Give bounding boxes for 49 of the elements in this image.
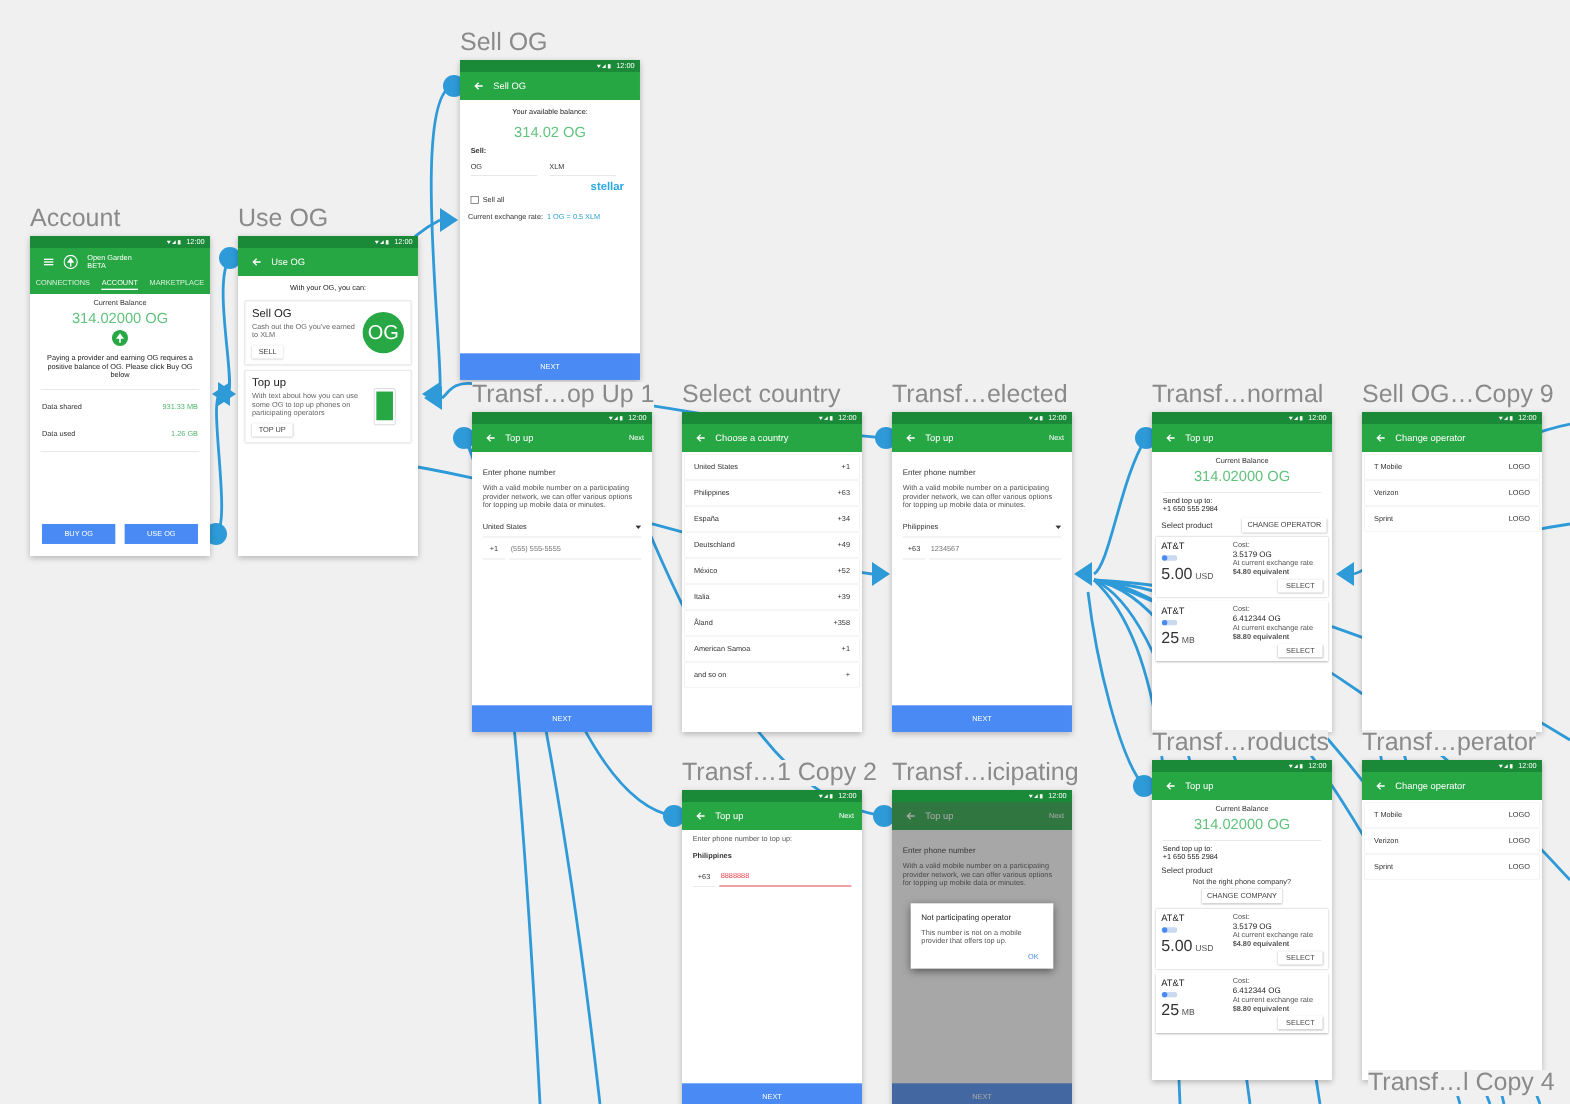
back-arrow-icon[interactable] (1165, 432, 1176, 444)
back-arrow-icon[interactable] (905, 810, 916, 822)
toggle-icon (1161, 619, 1178, 626)
back-arrow-icon[interactable] (485, 432, 496, 444)
status-bar-icon (1028, 793, 1045, 799)
status-bar-icon (818, 415, 835, 421)
artboard-title: Transf…l Copy 4 (1368, 1070, 1555, 1096)
back-arrow-icon[interactable] (251, 256, 262, 268)
phone-icon (373, 387, 396, 426)
status-bar-icon (374, 239, 391, 245)
artboard-title: Transf…icipating (892, 760, 1079, 786)
artboard-title: Use OG (238, 206, 329, 232)
menu-icon[interactable] (43, 256, 54, 268)
status-bar-icon (1288, 763, 1305, 769)
artboard-title: Sell OG…Copy 9 (1362, 382, 1554, 408)
status-bar-icon (596, 63, 613, 69)
status-bar-icon (1498, 415, 1515, 421)
toggle-icon (1161, 554, 1178, 562)
artboard-title: Sell OG (460, 30, 548, 56)
product-price: 25 (1161, 629, 1180, 648)
back-arrow-icon[interactable] (695, 810, 706, 822)
artboard-title: Transf…roducts (1152, 730, 1329, 756)
artboard-title: Select country (682, 382, 841, 408)
artboard-title: Transf…1 Copy 2 (682, 760, 877, 786)
artboard-title: Transf…normal (1152, 382, 1324, 408)
status-bar-icon (608, 415, 625, 421)
caret-icon (635, 525, 642, 530)
toggle-icon (1161, 926, 1178, 934)
artboard-title: Transf…op Up 1 (472, 382, 655, 408)
back-arrow-icon[interactable] (473, 80, 484, 92)
product-price: 5.00 (1161, 936, 1193, 956)
status-bar-icon (1028, 415, 1045, 421)
status-bar-icon (818, 793, 835, 799)
back-arrow-icon[interactable] (905, 432, 916, 444)
artboard-title: Transf…perator (1362, 730, 1537, 756)
back-arrow-icon[interactable] (1375, 780, 1386, 792)
status-bar-icon (1498, 763, 1515, 769)
back-arrow-icon[interactable] (695, 432, 706, 444)
back-arrow-icon[interactable] (1165, 780, 1176, 792)
status-bar-icon (166, 239, 183, 245)
og-coin: OG (362, 312, 404, 354)
toggle-icon (1161, 991, 1178, 998)
product-price: 25 (1161, 1001, 1180, 1020)
caret-icon (1055, 525, 1062, 530)
status-bar-icon (1288, 415, 1305, 421)
back-arrow-icon[interactable] (1375, 432, 1386, 444)
artboard-title: Transf…elected (892, 382, 1068, 408)
artboard-title: Account (30, 206, 121, 232)
product-price: 5.00 (1161, 564, 1193, 584)
